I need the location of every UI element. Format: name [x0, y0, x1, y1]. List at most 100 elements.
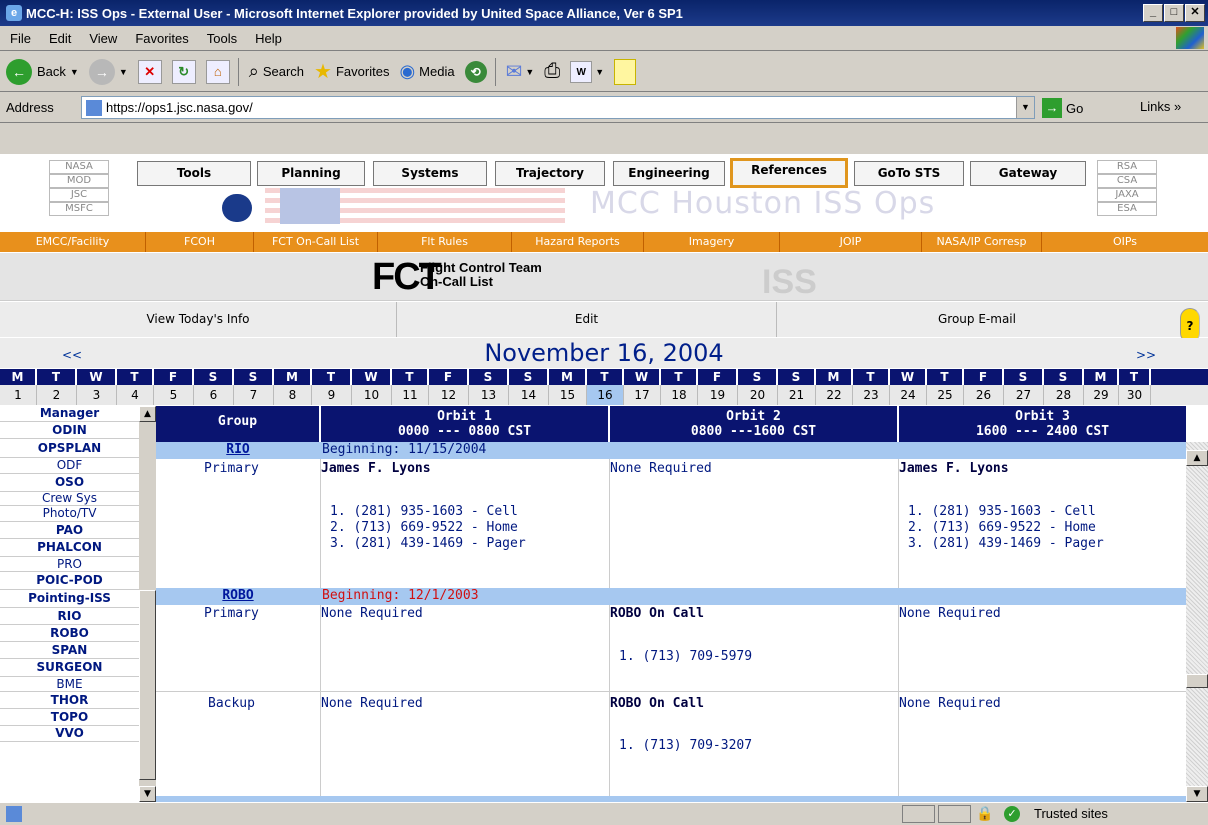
subnav-oips[interactable]: OIPs	[1042, 232, 1208, 252]
nav-systems[interactable]: Systems	[373, 161, 487, 186]
group-item-odf[interactable]: ODF	[0, 458, 139, 474]
group-item-robo[interactable]: ROBO	[0, 625, 139, 642]
subnav-emcc-facility[interactable]: EMCC/Facility	[0, 232, 146, 252]
nav-engineering[interactable]: Engineering	[613, 161, 725, 186]
print-button[interactable]: ⎙	[544, 60, 560, 83]
date-5[interactable]: 5	[154, 385, 194, 405]
media-button[interactable]: ◉ Media	[399, 61, 454, 82]
tag-jsc[interactable]: JSC	[49, 188, 109, 202]
view-todays-info-link[interactable]: View Today's Info	[0, 302, 397, 337]
date-25[interactable]: 25	[927, 385, 964, 405]
scroll-down-icon[interactable]: ▼	[139, 786, 156, 802]
date-8[interactable]: 8	[274, 385, 312, 405]
date-12[interactable]: 12	[429, 385, 469, 405]
date-10[interactable]: 10	[352, 385, 392, 405]
rio-group-link[interactable]: RIO	[156, 442, 320, 457]
go-button[interactable]: → Go	[1042, 98, 1083, 118]
tag-csa[interactable]: CSA	[1097, 174, 1157, 188]
nav-trajectory[interactable]: Trajectory	[495, 161, 605, 186]
group-item-poic-pod[interactable]: POIC-POD	[0, 572, 139, 590]
group-item-oso[interactable]: OSO	[0, 474, 139, 492]
tag-jaxa[interactable]: JAXA	[1097, 188, 1157, 202]
date-17[interactable]: 17	[624, 385, 661, 405]
menu-help[interactable]: Help	[255, 31, 282, 46]
group-item-pao[interactable]: PAO	[0, 522, 139, 539]
date-21[interactable]: 21	[778, 385, 816, 405]
close-button[interactable]: ✕	[1185, 4, 1205, 22]
group-item-crew-sys[interactable]: Crew Sys	[0, 492, 139, 506]
edit-link[interactable]: Edit	[397, 302, 777, 337]
tag-mod[interactable]: MOD	[49, 174, 109, 188]
date-6[interactable]: 6	[194, 385, 234, 405]
home-button[interactable]: ⌂	[205, 59, 230, 84]
group-item-bme[interactable]: BME	[0, 677, 139, 692]
tag-msfc[interactable]: MSFC	[49, 202, 109, 216]
date-7[interactable]: 7	[234, 385, 274, 405]
edit-button[interactable]: W ▼	[570, 60, 604, 83]
subnav-nasa-ip-corresp[interactable]: NASA/IP Corresp	[922, 232, 1042, 252]
group-list-scrollbar[interactable]: ▲ ▼	[139, 406, 156, 802]
group-item-photo-tv[interactable]: Photo/TV	[0, 506, 139, 522]
address-dropdown-icon[interactable]: ▼	[1016, 97, 1034, 118]
robo-group-link[interactable]: ROBO	[156, 588, 320, 603]
date-29[interactable]: 29	[1084, 385, 1119, 405]
group-item-span[interactable]: SPAN	[0, 642, 139, 659]
tag-rsa[interactable]: RSA	[1097, 160, 1157, 174]
date-11[interactable]: 11	[392, 385, 429, 405]
group-item-phalcon[interactable]: PHALCON	[0, 539, 139, 557]
subnav-imagery[interactable]: Imagery	[644, 232, 780, 252]
maximize-button[interactable]: □	[1164, 4, 1184, 22]
date-4[interactable]: 4	[117, 385, 154, 405]
favorites-button[interactable]: ★ Favorites	[314, 59, 389, 84]
date-15[interactable]: 15	[549, 385, 587, 405]
address-input[interactable]: https://ops1.jsc.nasa.gov/ ▼	[81, 96, 1035, 119]
forward-button[interactable]: → ▼	[88, 58, 128, 85]
date-26[interactable]: 26	[964, 385, 1004, 405]
group-item-odin[interactable]: ODIN	[0, 422, 139, 439]
date-1[interactable]: 1	[0, 385, 37, 405]
date-2[interactable]: 2	[37, 385, 77, 405]
table-scrollbar[interactable]: ▲ ▼	[1186, 442, 1208, 802]
subnav-flt-rules[interactable]: Flt Rules	[378, 232, 512, 252]
menu-view[interactable]: View	[89, 31, 117, 46]
date-30[interactable]: 30	[1119, 385, 1151, 405]
group-item-surgeon[interactable]: SURGEON	[0, 659, 139, 677]
stop-button[interactable]: ✕	[137, 59, 162, 84]
tag-esa[interactable]: ESA	[1097, 202, 1157, 216]
menu-favorites[interactable]: Favorites	[135, 31, 188, 46]
date-9[interactable]: 9	[312, 385, 352, 405]
date-22[interactable]: 22	[816, 385, 853, 405]
nav-planning[interactable]: Planning	[257, 161, 365, 186]
prev-month-link[interactable]: <<	[62, 348, 82, 362]
group-item-pointing-iss[interactable]: Pointing-ISS	[0, 590, 139, 608]
group-item-opsplan[interactable]: OPSPLAN	[0, 439, 139, 458]
date-19[interactable]: 19	[698, 385, 738, 405]
table-scroll-thumb[interactable]	[1186, 674, 1208, 688]
date-14[interactable]: 14	[509, 385, 549, 405]
menu-tools[interactable]: Tools	[207, 31, 237, 46]
date-27[interactable]: 27	[1004, 385, 1044, 405]
scroll-thumb[interactable]	[139, 590, 156, 780]
nav-gateway[interactable]: Gateway	[970, 161, 1086, 186]
date-3[interactable]: 3	[77, 385, 117, 405]
group-item-topo[interactable]: TOPO	[0, 709, 139, 726]
notes-button[interactable]	[614, 58, 637, 85]
group-item-pro[interactable]: PRO	[0, 557, 139, 572]
next-month-link[interactable]: >>	[1136, 348, 1156, 362]
back-button[interactable]: ← Back ▼	[6, 58, 79, 85]
date-23[interactable]: 23	[853, 385, 890, 405]
table-scroll-up-icon[interactable]: ▲	[1186, 450, 1208, 466]
date-18[interactable]: 18	[661, 385, 698, 405]
group-item-manager[interactable]: Manager	[0, 406, 139, 422]
group-item-thor[interactable]: THOR	[0, 692, 139, 709]
menu-file[interactable]: File	[10, 31, 31, 46]
group-item-vvo[interactable]: VVO	[0, 726, 139, 742]
date-20[interactable]: 20	[738, 385, 778, 405]
group-item-rio[interactable]: RIO	[0, 608, 139, 625]
tag-nasa[interactable]: NASA	[49, 160, 109, 174]
subnav-joip[interactable]: JOIP	[780, 232, 922, 252]
links-button[interactable]: Links »	[1140, 99, 1181, 114]
table-scroll-down-icon[interactable]: ▼	[1186, 786, 1208, 802]
date-28[interactable]: 28	[1044, 385, 1084, 405]
search-button[interactable]: ⌕ Search	[249, 61, 304, 82]
